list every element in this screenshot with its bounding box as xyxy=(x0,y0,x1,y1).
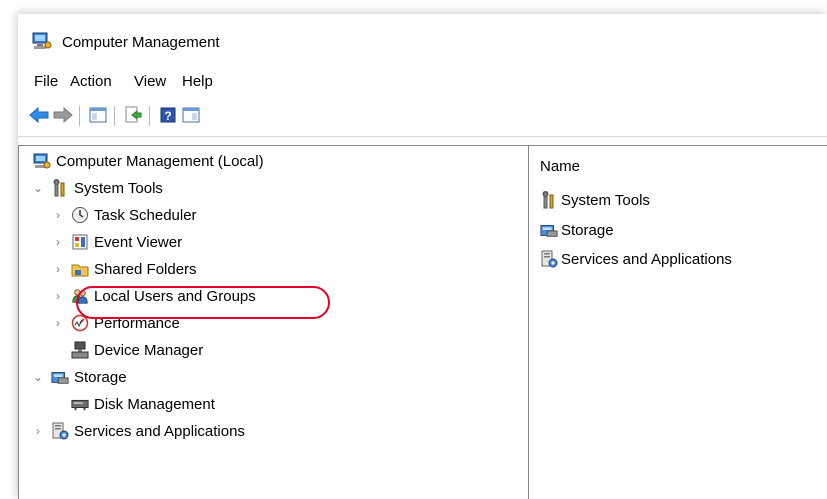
list-item-label: Storage xyxy=(561,221,614,239)
list-item-label: System Tools xyxy=(561,191,650,209)
tree-item-label: System Tools xyxy=(74,179,163,197)
storage-icon xyxy=(51,368,69,386)
show-hide-action-pane-icon[interactable] xyxy=(180,104,202,126)
services-icon xyxy=(51,422,69,440)
event-viewer-icon xyxy=(71,233,89,251)
title-bar: Computer Management xyxy=(18,14,827,66)
show-hide-console-tree-icon[interactable] xyxy=(87,104,109,126)
tree-item-device-manager[interactable]: Device Manager xyxy=(71,338,203,362)
toolbar: ? xyxy=(18,104,827,130)
toolbar-divider xyxy=(18,136,827,137)
tools-icon xyxy=(51,179,69,197)
device-manager-icon xyxy=(71,341,89,359)
toolbar-separator xyxy=(149,106,150,126)
highlight-ring xyxy=(76,286,330,319)
result-pane: Name System Tools Storage Services and A… xyxy=(529,145,827,499)
back-arrow-icon[interactable] xyxy=(28,104,50,126)
chevron-right-icon[interactable]: › xyxy=(31,424,45,438)
chevron-right-icon[interactable]: › xyxy=(51,208,65,222)
chevron-right-icon[interactable]: › xyxy=(51,262,65,276)
tree-item-label: Shared Folders xyxy=(94,260,197,278)
tree-item-label: Computer Management (Local) xyxy=(56,152,264,170)
console-tree-pane: Computer Management (Local) ⌄ System Too… xyxy=(18,145,529,499)
computer-management-icon xyxy=(33,152,51,170)
tree-item-services-and-applications[interactable]: › Services and Applications xyxy=(31,419,245,443)
window-title: Computer Management xyxy=(62,34,220,51)
chevron-right-icon[interactable]: › xyxy=(51,316,65,330)
forward-arrow-icon[interactable] xyxy=(52,104,74,126)
tree-item-label: Device Manager xyxy=(94,341,204,359)
menu-view[interactable]: View xyxy=(134,73,166,90)
menu-bar: File Action View Help xyxy=(18,71,827,95)
tree-item-root[interactable]: Computer Management (Local) xyxy=(33,149,264,173)
toolbar-separator xyxy=(79,106,80,126)
toolbar-separator xyxy=(114,106,115,126)
tree-item-label: Event Viewer xyxy=(94,233,183,251)
tree-item-event-viewer[interactable]: › Event Viewer xyxy=(51,230,182,254)
services-icon xyxy=(540,250,558,268)
tree-item-label: Storage xyxy=(74,368,127,386)
shared-folder-icon xyxy=(71,260,89,278)
tree-item-storage[interactable]: ⌄ Storage xyxy=(31,365,127,389)
export-list-icon[interactable] xyxy=(122,104,144,126)
tree-item-system-tools[interactable]: ⌄ System Tools xyxy=(31,176,163,200)
tree-item-label: Task Scheduler xyxy=(94,206,197,224)
menu-file[interactable]: File xyxy=(34,73,58,90)
chevron-right-icon[interactable]: › xyxy=(51,235,65,249)
tree-item-label: Disk Management xyxy=(94,395,215,413)
help-icon[interactable]: ? xyxy=(157,104,179,126)
chevron-down-icon[interactable]: ⌄ xyxy=(31,181,45,195)
chevron-right-icon[interactable]: › xyxy=(51,289,65,303)
chevron-down-icon[interactable]: ⌄ xyxy=(31,370,45,384)
menu-help[interactable]: Help xyxy=(182,73,213,90)
name-column-header[interactable]: Name xyxy=(540,158,580,175)
menu-action[interactable]: Action xyxy=(70,73,112,90)
computer-management-window: Computer Management File Action View Hel… xyxy=(18,14,827,499)
list-item-label: Services and Applications xyxy=(561,250,732,268)
tree-item-label: Services and Applications xyxy=(74,422,245,440)
disk-icon xyxy=(71,395,89,413)
tree-item-task-scheduler[interactable]: › Task Scheduler xyxy=(51,203,197,227)
list-item-system-tools[interactable]: System Tools xyxy=(540,188,650,212)
list-item-services-and-applications[interactable]: Services and Applications xyxy=(540,247,732,271)
clock-icon xyxy=(71,206,89,224)
computer-management-icon xyxy=(32,32,52,53)
list-item-storage[interactable]: Storage xyxy=(540,218,614,242)
tree-item-disk-management[interactable]: Disk Management xyxy=(71,392,215,416)
tools-icon xyxy=(540,191,558,209)
tree-item-shared-folders[interactable]: › Shared Folders xyxy=(51,257,197,281)
svg-text:?: ? xyxy=(164,109,171,123)
storage-icon xyxy=(540,221,558,239)
